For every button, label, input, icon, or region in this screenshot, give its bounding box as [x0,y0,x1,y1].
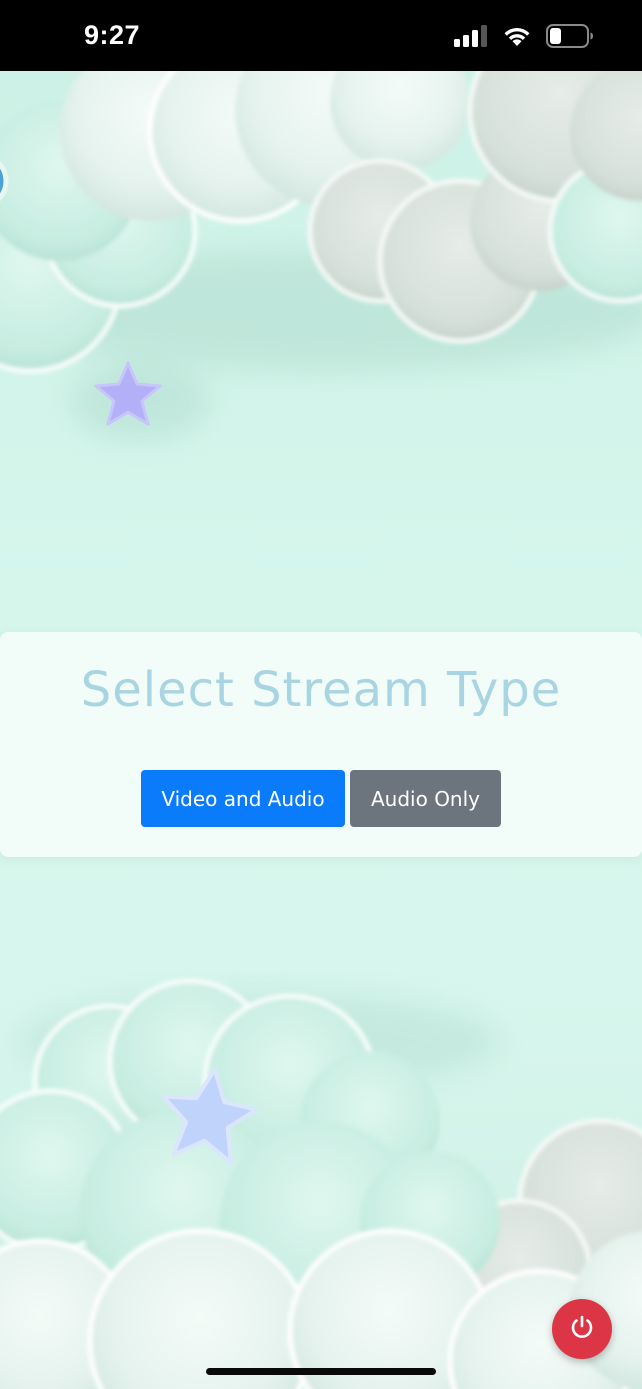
battery-icon [546,24,594,52]
page-title: Select Stream Type [80,662,562,718]
stream-type-card: Select Stream Type Video and Audio Audio… [0,632,642,857]
home-indicator[interactable] [206,1368,436,1375]
wifi-icon [502,25,532,51]
video-and-audio-button[interactable]: Video and Audio [141,770,345,827]
power-button[interactable] [552,1299,612,1359]
audio-only-button[interactable]: Audio Only [350,770,501,827]
power-icon [568,1313,596,1345]
status-bar: 9:27 [0,0,642,71]
status-time: 9:27 [84,20,141,50]
status-icons [454,24,594,52]
cellular-signal-icon [454,25,488,51]
